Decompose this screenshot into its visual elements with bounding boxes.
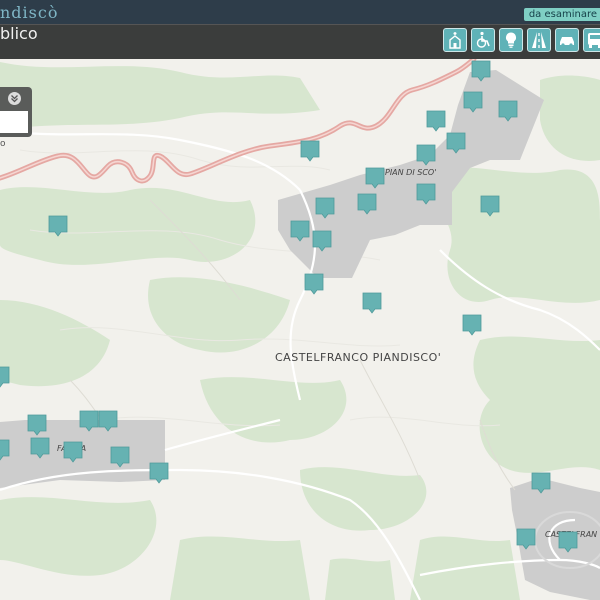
bus-icon: [588, 33, 600, 48]
church-icon: [449, 32, 461, 49]
label-pian-di-sco: PIAN DI SCO': [385, 168, 436, 177]
sub-header: blico: [0, 24, 600, 59]
status-badge[interactable]: da esaminare: [523, 8, 600, 21]
traffic-category-button[interactable]: [555, 28, 579, 52]
side-panel-content: [0, 111, 28, 133]
map-canvas[interactable]: PIAN DI SCO' CASTELFRANCO PIANDISCO' FAE…: [0, 59, 600, 600]
lightbulb-icon: [506, 32, 516, 48]
label-castelfranco-piandisco: CASTELFRANCO PIANDISCO': [275, 351, 441, 364]
road-icon: [532, 32, 546, 48]
side-panel: [0, 87, 32, 137]
church-category-button[interactable]: [443, 28, 467, 52]
lighting-category-button[interactable]: [499, 28, 523, 52]
transport-category-button[interactable]: [583, 28, 600, 52]
side-panel-label: o: [0, 139, 6, 149]
road-category-button[interactable]: [527, 28, 551, 52]
accessibility-category-button[interactable]: [471, 28, 495, 52]
car-icon: [560, 37, 574, 47]
app-title: ndiscò: [0, 3, 59, 22]
top-bar: ndiscò da esaminare: [0, 0, 600, 24]
side-panel-toggle[interactable]: [8, 92, 21, 105]
wheelchair-icon: [476, 31, 490, 48]
page-subtitle: blico: [0, 24, 38, 43]
chevron-down-icon: [11, 95, 18, 103]
